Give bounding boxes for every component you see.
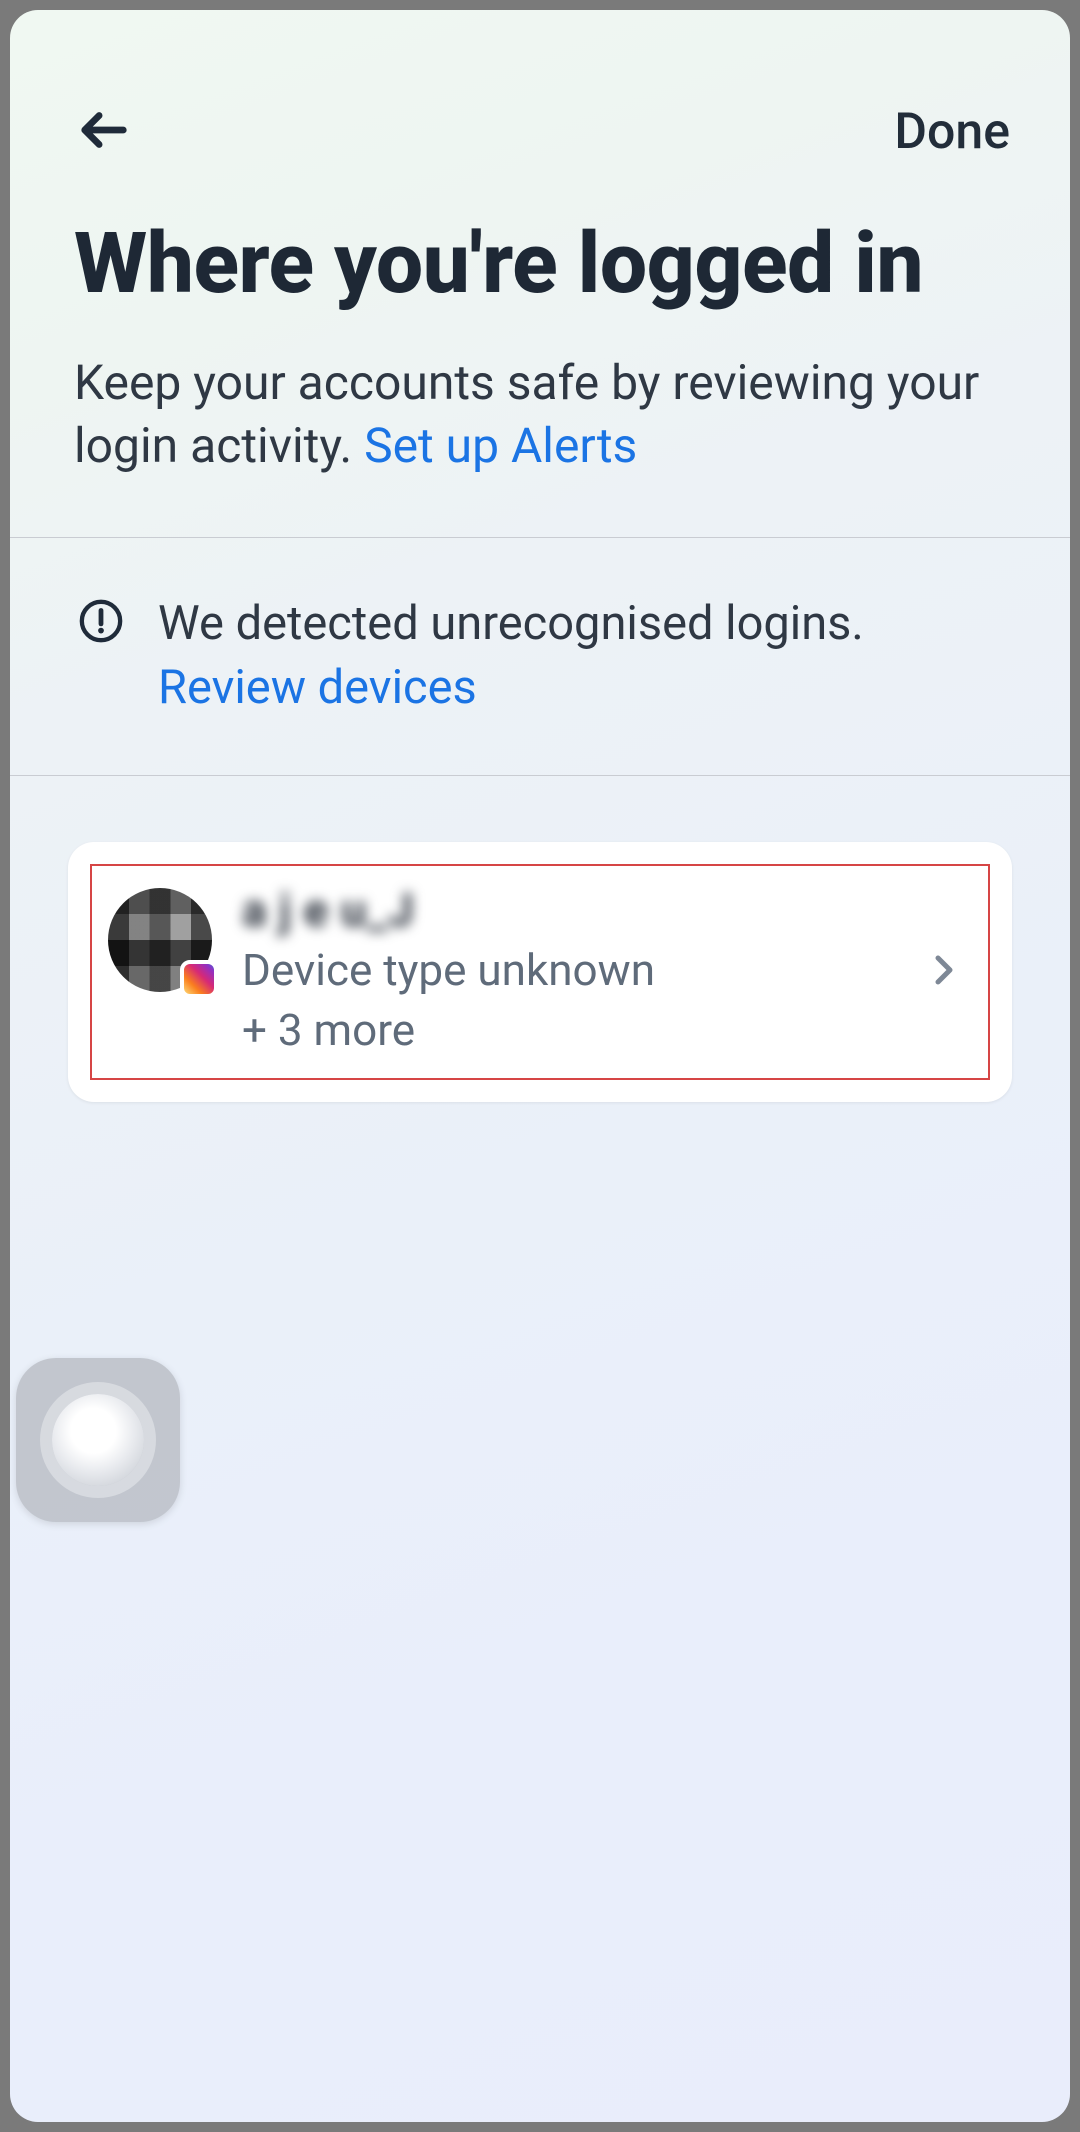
unrecognised-login-alert: We detected unrecognised logins. Review … <box>10 538 1070 775</box>
assistive-touch-icon <box>52 1394 144 1486</box>
login-activity-screen: Done Where you're logged in Keep your ac… <box>10 10 1070 2122</box>
exclamation-circle-icon <box>78 598 124 644</box>
alert-text: We detected unrecognised logins. Review … <box>158 592 1006 719</box>
account-avatar <box>108 888 212 992</box>
assistive-touch-button[interactable] <box>16 1358 180 1522</box>
header-block: Where you're logged in Keep your account… <box>10 218 1070 537</box>
device-card: a j e u_J Device type unknown + 3 more <box>68 842 1012 1102</box>
done-button[interactable]: Done <box>894 103 1010 161</box>
device-account-name: a j e u_J <box>242 884 896 938</box>
device-row[interactable]: a j e u_J Device type unknown + 3 more <box>90 864 990 1080</box>
review-devices-link[interactable]: Review devices <box>158 660 477 715</box>
back-button[interactable] <box>72 100 136 164</box>
device-more-count: + 3 more <box>242 1004 896 1056</box>
chevron-right-icon <box>926 952 962 988</box>
page-subtitle: Keep your accounts safe by reviewing you… <box>74 352 1006 477</box>
instagram-badge-icon <box>180 960 218 998</box>
device-type-label: Device type unknown <box>242 944 896 996</box>
arrow-left-icon <box>75 101 133 163</box>
topbar: Done <box>10 10 1070 194</box>
device-card-wrap: a j e u_J Device type unknown + 3 more <box>10 776 1070 1102</box>
setup-alerts-link[interactable]: Set up Alerts <box>364 417 637 474</box>
page-title: Where you're logged in <box>74 218 1006 310</box>
alert-message: We detected unrecognised logins. <box>158 596 864 651</box>
device-text: a j e u_J Device type unknown + 3 more <box>242 884 896 1056</box>
